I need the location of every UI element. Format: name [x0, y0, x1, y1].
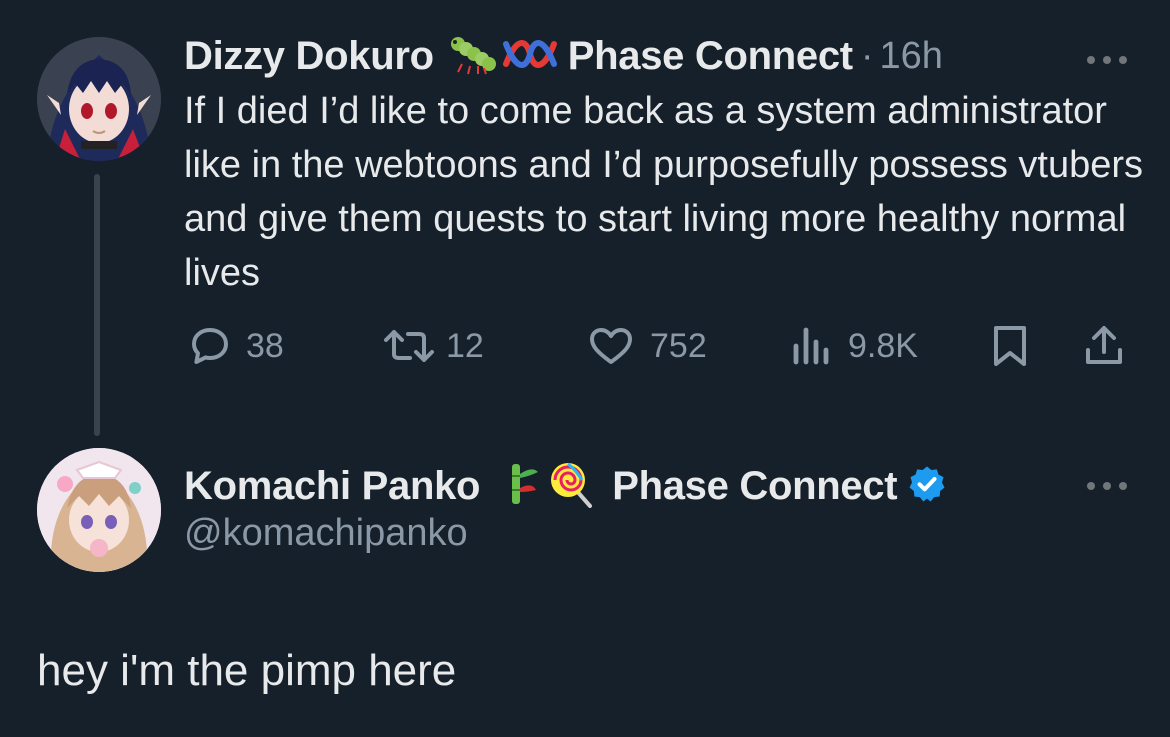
tweet-timestamp[interactable]: 16h [880, 35, 943, 78]
like-button[interactable]: 752 [586, 322, 707, 370]
caterpillar-icon [448, 32, 498, 81]
author-affiliation: Phase Connect [567, 33, 853, 78]
bookmark-icon [994, 326, 1026, 366]
reply-text: hey i'm the pimp here [37, 646, 457, 695]
avatar-komachi-panko[interactable] [37, 448, 161, 572]
author-name[interactable]: Dizzy Dokuro [184, 34, 434, 79]
retweet-count: 12 [446, 326, 484, 365]
verified-badge-icon [907, 464, 947, 509]
lollipop-icon [548, 460, 594, 513]
bookmark-button[interactable] [990, 322, 1030, 370]
retweet-button[interactable]: 12 [382, 322, 484, 370]
views-icon [793, 327, 829, 365]
reply-icon [192, 328, 228, 364]
more-options-icon[interactable] [1087, 50, 1127, 70]
share-button[interactable] [1082, 322, 1126, 370]
reply-header: Komachi Panko Phase Connect [184, 460, 947, 512]
avatar-komachi-image [37, 448, 161, 572]
avatar-dizzy-image [37, 37, 161, 161]
like-count: 752 [650, 326, 707, 365]
tweet-header: Dizzy Dokuro Phase Connect · 16h [184, 30, 943, 82]
reply-more-options-icon[interactable] [1087, 476, 1127, 496]
separator-dot: · [860, 34, 874, 77]
reply-author-handle[interactable]: @komachipanko [184, 512, 468, 555]
tweet-actions: 38 12 752 9.8K [186, 322, 1130, 370]
like-icon [590, 328, 632, 364]
views-button[interactable]: 9.8K [790, 322, 918, 370]
tweet-text: If I died I’d like to come back as a sys… [184, 90, 1143, 294]
thread-connector-line [94, 174, 100, 436]
avatar-dizzy-dokuro[interactable] [37, 37, 161, 161]
reply-author-affiliation: Phase Connect [612, 463, 898, 508]
retweet-icon [384, 330, 434, 362]
share-icon [1086, 326, 1122, 364]
bamboo-icon [502, 460, 542, 513]
reply-author-name[interactable]: Komachi Panko [184, 464, 480, 509]
reply-button[interactable]: 38 [186, 322, 284, 370]
reply-count: 38 [246, 326, 284, 365]
views-count: 9.8K [848, 326, 918, 365]
knot-icon [502, 34, 558, 79]
